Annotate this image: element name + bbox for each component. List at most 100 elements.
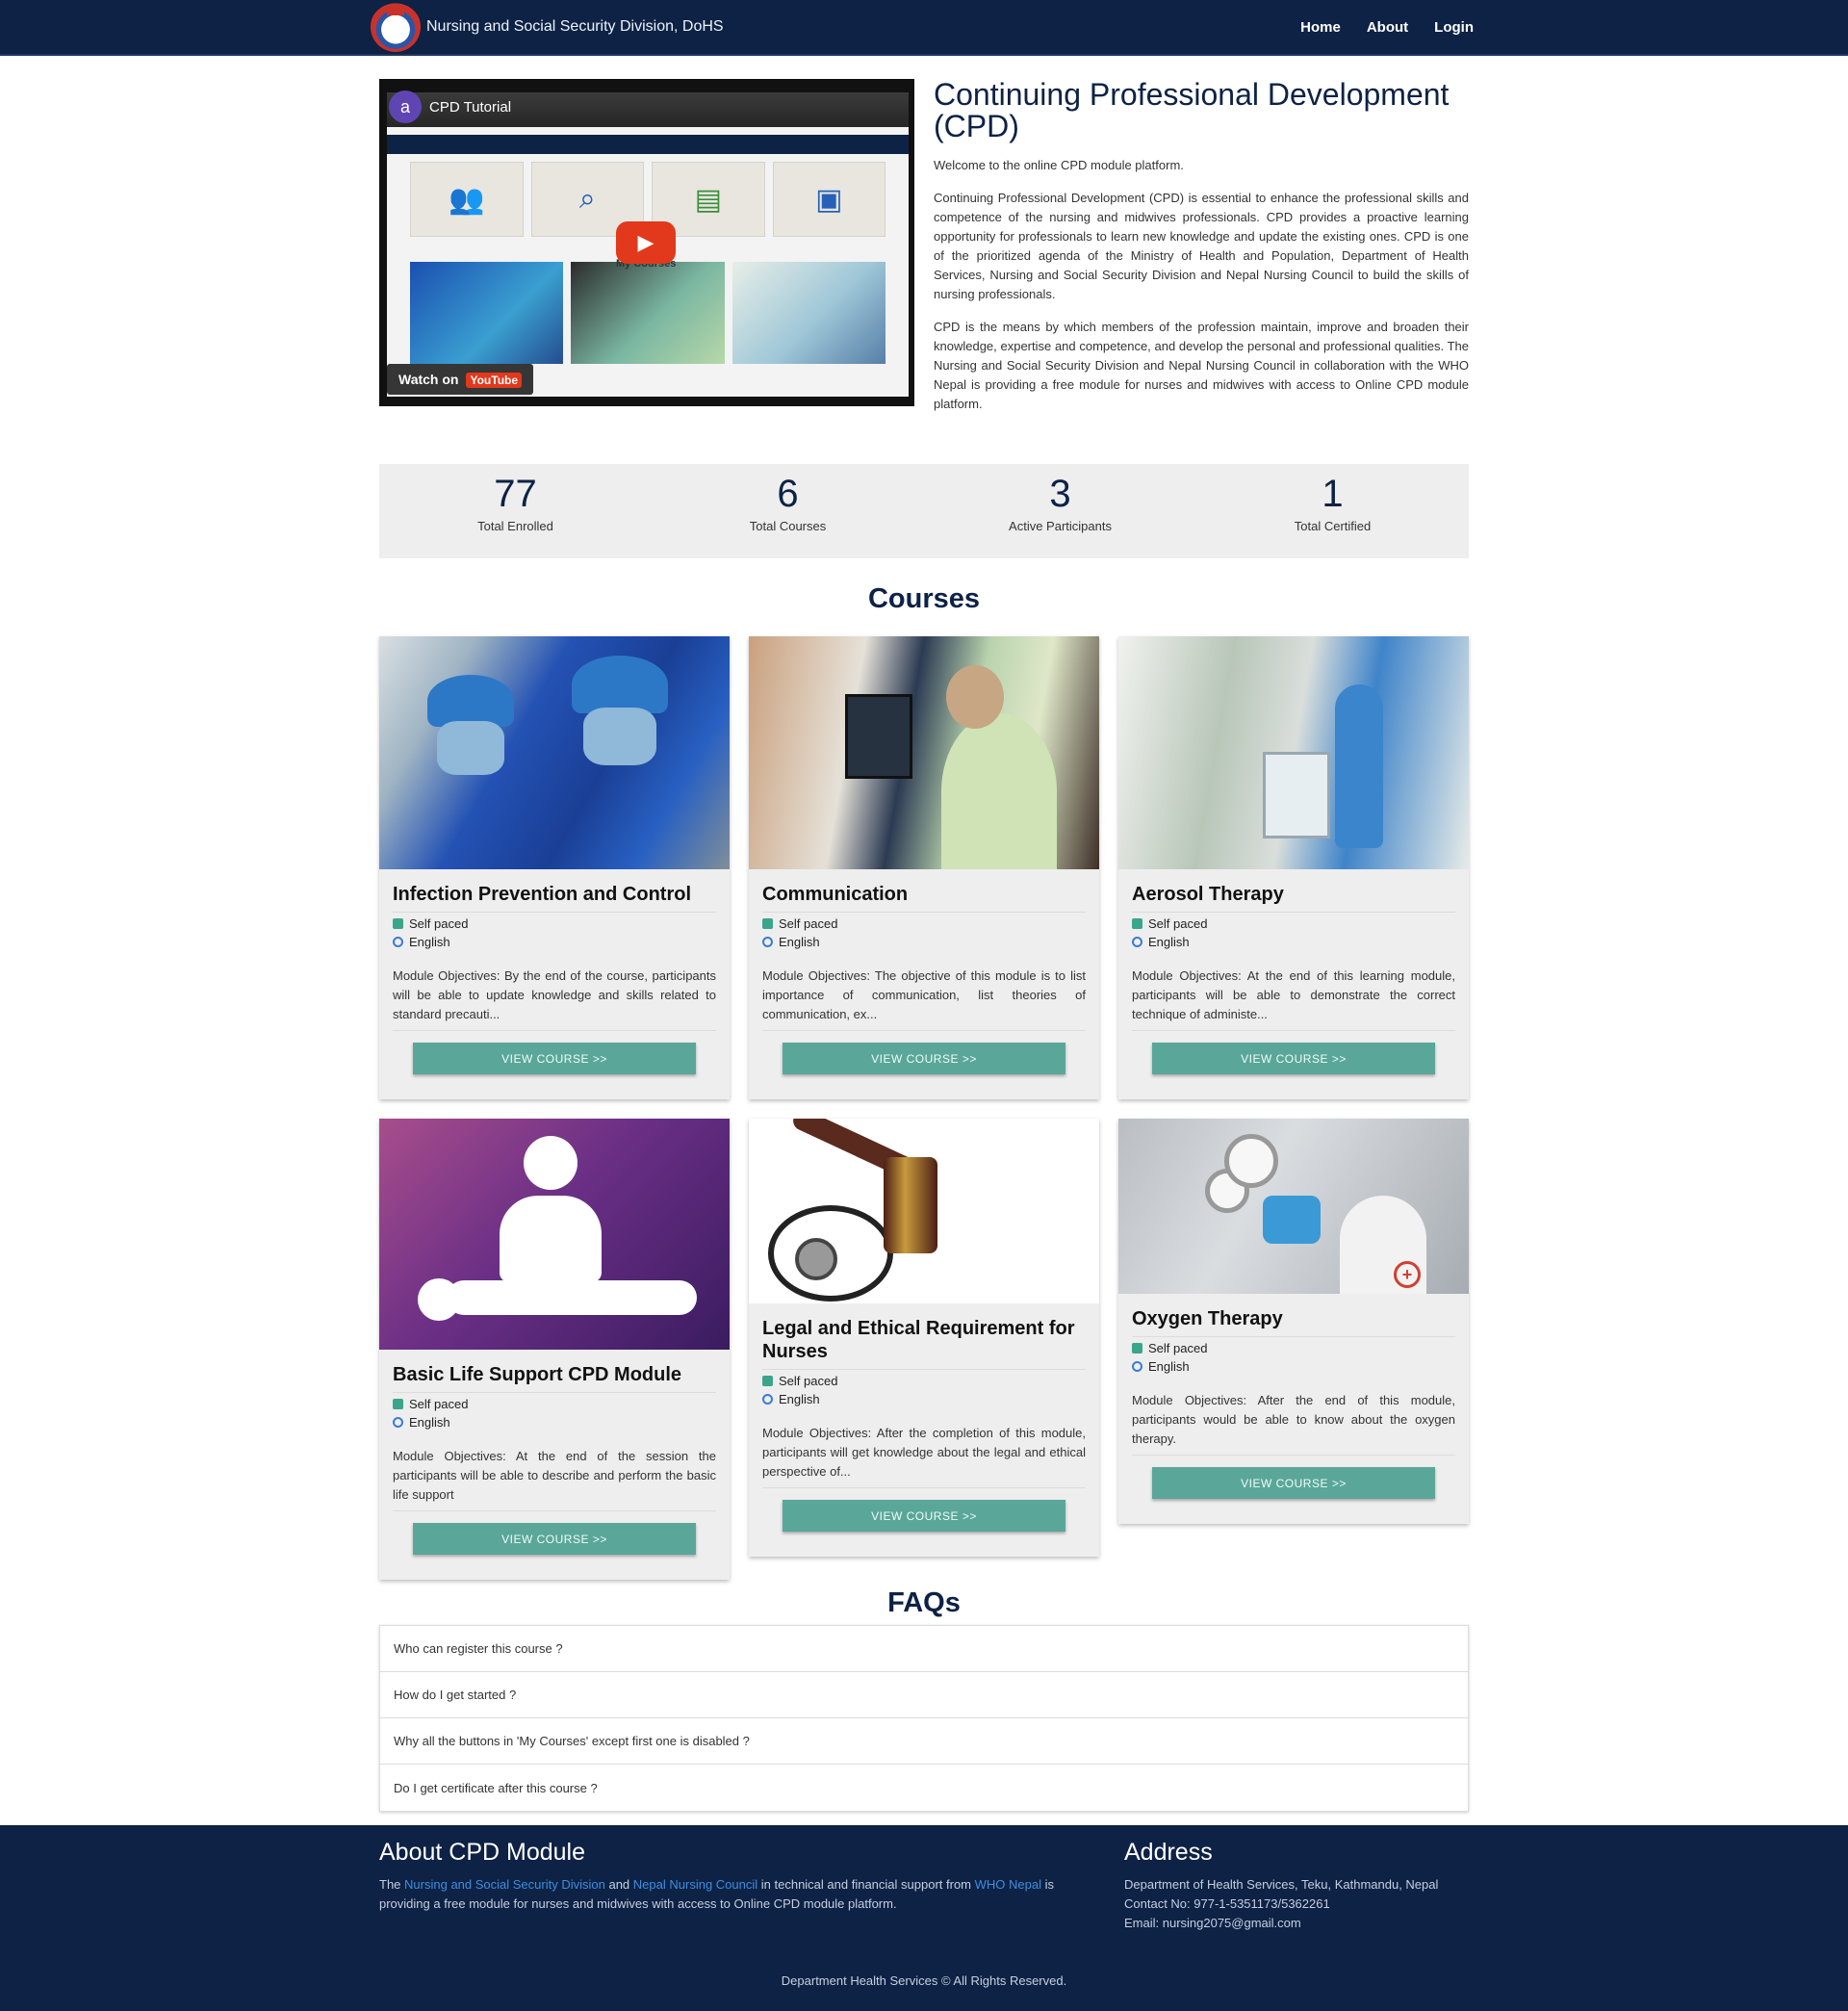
nnc-link[interactable]: Nepal Nursing Council [633, 1877, 757, 1892]
who-nepal-link[interactable]: WHO Nepal [975, 1877, 1041, 1892]
globe-icon [762, 1394, 773, 1405]
main-content: 👥 ⌕ ▤ ▣ a CPD Tutorial My Courses ▶ Watc… [379, 79, 1469, 1812]
video-title-bar: a CPD Tutorial [389, 90, 511, 123]
calendar-icon [393, 918, 403, 929]
certificate-icon: ▣ [772, 162, 886, 237]
footer-address: Address Department of Health Services, T… [1124, 1839, 1469, 1933]
course-language: English [393, 935, 716, 949]
course-pace: Self paced [762, 916, 1086, 931]
view-course-button[interactable]: VIEW COURSE >> [783, 1043, 1065, 1074]
intro-text: Continuing Professional Development (CPD… [934, 79, 1469, 427]
footer-address-title: Address [1124, 1839, 1213, 1866]
course-pace: Self paced [762, 1374, 1086, 1388]
calendar-icon [1132, 918, 1142, 929]
course-image: + [1118, 1119, 1469, 1294]
stat-total-enrolled: 77 Total Enrolled [477, 473, 553, 533]
course-card: + Oxygen Therapy Self paced English Modu… [1118, 1119, 1469, 1524]
faqs-heading: FAQs [887, 1587, 961, 1618]
footer-about-title: About CPD Module [379, 1839, 586, 1866]
course-grid-row-2: Basic Life Support CPD Module Self paced… [379, 1119, 1469, 1580]
course-description: Module Objectives: At the end of the ses… [393, 1447, 716, 1511]
course-card: Aerosol Therapy Self paced English Modul… [1118, 636, 1469, 1099]
calendar-icon [1132, 1343, 1142, 1354]
course-card: Basic Life Support CPD Module Self paced… [379, 1119, 730, 1580]
courses-heading: Courses [867, 583, 981, 614]
contact-number: Contact No: 977-1-5351173/5362261 [1124, 1896, 1330, 1911]
view-course-button[interactable]: VIEW COURSE >> [783, 1500, 1065, 1532]
course-grid-row-1: Infection Prevention and Control Self pa… [379, 636, 1469, 1099]
tutorial-video-embed[interactable]: 👥 ⌕ ▤ ▣ a CPD Tutorial My Courses ▶ Watc… [379, 79, 914, 406]
people-icon: 👥 [410, 162, 524, 237]
course-image [749, 1119, 1099, 1303]
course-card: Infection Prevention and Control Self pa… [379, 636, 730, 1099]
calendar-icon [762, 1376, 773, 1386]
youtube-logo-icon: YouTube [466, 373, 523, 388]
globe-icon [393, 1417, 403, 1428]
course-description: Module Objectives: After the completion … [762, 1424, 1086, 1488]
site-title: Nursing and Social Security Division, Do… [426, 18, 724, 35]
video-title[interactable]: CPD Tutorial [429, 99, 511, 116]
view-course-button[interactable]: VIEW COURSE >> [1152, 1043, 1435, 1074]
course-description: Module Objectives: The objective of this… [762, 967, 1086, 1031]
course-image [379, 1119, 730, 1350]
course-description: Module Objectives: By the end of the cou… [393, 967, 716, 1031]
course-title: Basic Life Support CPD Module [393, 1363, 716, 1393]
brand[interactable]: Nursing and Social Security Division, Do… [371, 2, 724, 52]
channel-avatar[interactable]: a [389, 90, 422, 123]
main-nav: Home About Login [1300, 19, 1474, 36]
course-language: English [1132, 1359, 1455, 1374]
footer-about: About CPD Module The Nursing and Social … [379, 1839, 1066, 1933]
nav-login-link[interactable]: Login [1434, 19, 1474, 36]
course-card: Legal and Ethical Requirement for Nurses… [749, 1119, 1099, 1557]
course-title: Aerosol Therapy [1132, 883, 1455, 913]
course-title: Infection Prevention and Control [393, 883, 716, 913]
faq-item[interactable]: Why all the buttons in 'My Courses' exce… [380, 1718, 1468, 1765]
globe-icon [1132, 1361, 1142, 1372]
course-image [749, 636, 1099, 869]
footer-about-text: The Nursing and Social Security Division… [379, 1877, 1054, 1911]
intro-paragraph-1: Continuing Professional Development (CPD… [934, 191, 1469, 301]
faq-accordion: Who can register this course ? How do I … [379, 1625, 1469, 1812]
globe-icon [1132, 937, 1142, 947]
nepal-emblem-logo [371, 2, 421, 52]
watch-on-youtube-button[interactable]: Watch on YouTube [387, 364, 534, 395]
course-description: Module Objectives: After the end of this… [1132, 1391, 1455, 1456]
course-title: Communication [762, 883, 1086, 913]
course-pace: Self paced [393, 1397, 716, 1411]
course-language: English [762, 935, 1086, 949]
course-language: English [1132, 935, 1455, 949]
course-pace: Self paced [1132, 916, 1455, 931]
top-navbar: Nursing and Social Security Division, Do… [0, 0, 1848, 56]
welcome-text: Welcome to the online CPD module platfor… [934, 158, 1184, 172]
page-title: Continuing Professional Development (CPD… [934, 77, 1450, 143]
faq-item[interactable]: Who can register this course ? [380, 1626, 1468, 1672]
faq-item[interactable]: How do I get started ? [380, 1672, 1468, 1718]
intro-paragraph-2: CPD is the means by which members of the… [934, 320, 1469, 411]
calendar-icon [762, 918, 773, 929]
copyright-text: Department Health Services © All Rights … [781, 1973, 1067, 1988]
contact-email: Email: nursing2075@gmail.com [1124, 1916, 1301, 1930]
nav-home-link[interactable]: Home [1300, 19, 1341, 36]
stat-total-courses: 6 Total Courses [749, 473, 827, 533]
course-language: English [762, 1392, 1086, 1406]
faq-item[interactable]: Do I get certificate after this course ? [380, 1765, 1468, 1811]
medical-cross-icon: + [1394, 1261, 1421, 1288]
course-description: Module Objectives: At the end of this le… [1132, 967, 1455, 1031]
stat-active-participants: 3 Active Participants [1009, 473, 1112, 533]
view-course-button[interactable]: VIEW COURSE >> [413, 1523, 696, 1555]
nav-about-link[interactable]: About [1367, 19, 1408, 36]
course-pace: Self paced [393, 916, 716, 931]
course-language: English [393, 1415, 716, 1430]
nssd-link[interactable]: Nursing and Social Security Division [404, 1877, 605, 1892]
play-icon[interactable]: ▶ [616, 221, 676, 264]
site-footer: About CPD Module The Nursing and Social … [0, 1825, 1848, 2011]
intro-section: 👥 ⌕ ▤ ▣ a CPD Tutorial My Courses ▶ Watc… [379, 79, 1469, 427]
address-line: Department of Health Services, Teku, Kat… [1124, 1877, 1439, 1892]
globe-icon [762, 937, 773, 947]
view-course-button[interactable]: VIEW COURSE >> [413, 1043, 696, 1074]
course-title: Oxygen Therapy [1132, 1307, 1455, 1337]
course-title: Legal and Ethical Requirement for Nurses [762, 1317, 1086, 1370]
view-course-button[interactable]: VIEW COURSE >> [1152, 1467, 1435, 1499]
calendar-icon [393, 1399, 403, 1409]
course-image [1118, 636, 1469, 869]
